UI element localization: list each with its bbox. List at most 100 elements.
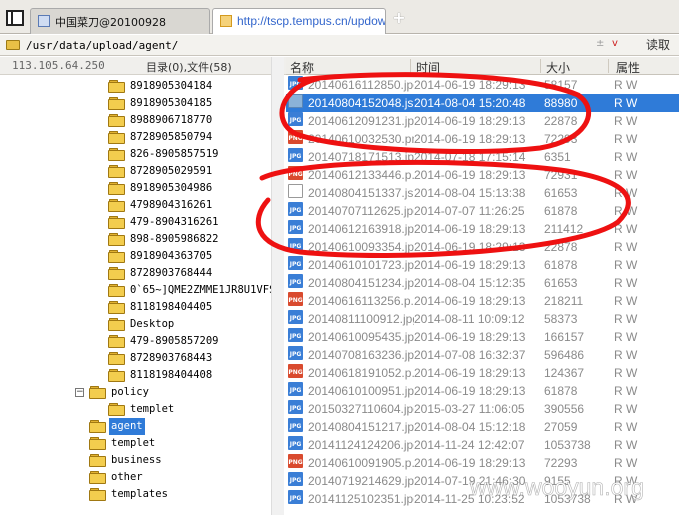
tree-folder[interactable]: business	[89, 452, 164, 469]
file-row[interactable]: 20140804151337.jsp 2014-08-04 15:13:38 616…	[286, 184, 679, 202]
window-icon[interactable]	[6, 10, 24, 26]
jpg-file-icon: JPG	[288, 418, 303, 432]
tree-folder[interactable]: 898-8905986822	[108, 231, 221, 248]
tree-folder[interactable]: 8918905304185	[108, 95, 214, 112]
folder-icon	[108, 147, 125, 161]
tree-scrollbar[interactable]	[271, 57, 284, 515]
file-time: 2014-07-19 21:46:30	[414, 474, 526, 488]
tree-folder[interactable]: 8118198404405	[108, 299, 214, 316]
tree-folder[interactable]: 826-8905857519	[108, 146, 221, 163]
tree-folder[interactable]: 8918905304184	[108, 78, 214, 95]
folder-label: templet	[130, 403, 175, 415]
file-row[interactable]: JPG 20140610093354.jpg 2014-06-19 18:29:13…	[286, 238, 679, 256]
file-row[interactable]: PNG 20140616113256.p... 2014-06-19 18:29:1…	[286, 292, 679, 310]
tree-folder[interactable]: 8728905850794	[108, 129, 214, 146]
file-row[interactable]: JPG 20140804151217.jpg 2014-08-04 15:12:18…	[286, 418, 679, 436]
file-name: 20140610091905.p...	[308, 456, 414, 470]
jpg-file-icon: JPG	[288, 76, 303, 90]
col-size-header[interactable]: 大小	[546, 59, 570, 76]
file-row[interactable]: JPG 20140612091231.jpg 2014-06-19 18:29:13…	[286, 112, 679, 130]
file-row[interactable]: JPG 20140610095435.jpg 2014-06-19 18:29:13…	[286, 328, 679, 346]
tree-folder[interactable]: 8918905304986	[108, 180, 214, 197]
file-row[interactable]: JPG 20140708163236.jpg 2014-07-08 16:32:37…	[286, 346, 679, 364]
file-time: 2014-07-07 11:26:25	[414, 204, 525, 218]
file-attr: R W	[614, 294, 638, 308]
tree-folder[interactable]: 479-8904316261	[108, 214, 221, 231]
tree-folder[interactable]: 0`65~]QME2ZMME1JR8U1VFS	[108, 282, 271, 299]
file-attr: R W	[614, 168, 638, 182]
file-row[interactable]: PNG 20140618191052.p... 2014-06-19 18:29:1…	[286, 364, 679, 382]
folder-label: 826-8905857519	[130, 148, 219, 160]
file-list[interactable]: JPG 20140616112850.jpg 2014-06-19 18:29:13…	[286, 76, 679, 515]
folder-icon	[108, 317, 125, 331]
chevron-down-icon: v	[612, 38, 618, 49]
tree-folder[interactable]: Desktop	[108, 316, 176, 333]
file-row[interactable]: JPG 20140610101723.jpg 2014-06-19 18:29:13…	[286, 256, 679, 274]
file-time: 2014-06-19 18:29:13	[414, 366, 526, 380]
file-row[interactable]: JPG 20140811100912.jpg 2014-08-11 10:09:12…	[286, 310, 679, 328]
png-file-icon: PNG	[288, 130, 303, 144]
png-file-icon: PNG	[288, 454, 303, 468]
tree-folder[interactable]: 8118198404408	[108, 367, 214, 384]
col-name-header[interactable]: 名称	[290, 59, 314, 76]
tree-folder[interactable]: 8728905029591	[108, 163, 214, 180]
tree-folder[interactable]: 8988906718770	[108, 112, 214, 129]
col-attr-header[interactable]: 属性	[616, 59, 640, 76]
tree-folder[interactable]: 8918904363705	[108, 248, 214, 265]
file-row[interactable]: PNG 20140612133446.p... 2014-06-19 18:29:1…	[286, 166, 679, 184]
file-row[interactable]: JPG 20140804151234.jpg 2014-08-04 15:12:35…	[286, 274, 679, 292]
directory-tree[interactable]: 8918905304184 8918905304185 8988906718770 8…	[0, 76, 271, 515]
folder-icon	[108, 249, 125, 263]
tree-folder[interactable]: 8728903768444	[108, 265, 214, 282]
file-size: 1053738	[544, 438, 591, 452]
tree-folder[interactable]: templet	[108, 401, 176, 418]
file-attr: R W	[614, 240, 638, 254]
png-file-icon: PNG	[288, 166, 303, 180]
tree-folder[interactable]: 479-8905857209	[108, 333, 221, 350]
tree-folder-policy[interactable]: policy	[89, 384, 151, 401]
tree-folder-agent[interactable]: agent	[89, 418, 145, 435]
folder-label: policy	[111, 386, 149, 398]
file-row[interactable]: JPG 20150327110604.jpg 2015-03-27 11:06:05…	[286, 400, 679, 418]
file-row[interactable]: PNG 20140610091905.p... 2014-06-19 18:29:1…	[286, 454, 679, 472]
tree-folder[interactable]: templates	[89, 486, 170, 503]
folder-label: 8728905029591	[130, 165, 213, 177]
tab-caidao[interactable]: 中国菜刀@20100928	[30, 8, 210, 34]
folder-icon	[108, 266, 125, 280]
file-row[interactable]: PNG 20140610032530.png 2014-06-19 18:29:13…	[286, 130, 679, 148]
tree-folder[interactable]: templet	[89, 435, 157, 452]
file-size: 1053738	[544, 492, 591, 506]
tree-folder[interactable]: other	[89, 469, 145, 486]
tab-url[interactable]: http://tscp.tempus.cn/updow...	[212, 8, 386, 34]
folder-label: templates	[111, 488, 168, 500]
file-name: 20140811100912.jpg	[308, 312, 414, 326]
folder-label: 8918904363705	[130, 250, 213, 262]
file-attr: R W	[614, 258, 638, 272]
tree-folder[interactable]: 8728903768443	[108, 350, 214, 367]
file-row[interactable]: JPG 20140612163918.jpg 2014-06-19 18:29:13…	[286, 220, 679, 238]
path-dropdown[interactable]: ± v	[596, 38, 626, 53]
file-row[interactable]: JPG 20140616112850.jpg 2014-06-19 18:29:13…	[286, 76, 679, 94]
file-name: 20140610032530.png	[308, 132, 414, 146]
tree-folder[interactable]: 4798904316261	[108, 197, 214, 214]
path-input[interactable]: /usr/data/upload/agent/	[26, 38, 606, 53]
file-size: 61653	[544, 186, 578, 200]
file-attr: R W	[614, 474, 638, 488]
file-row[interactable]: 20140804152048.jsp 2014-08-04 15:20:48 889…	[286, 94, 679, 112]
file-row[interactable]: JPG 20140719214629.jpg 2014-07-19 21:46:30…	[286, 472, 679, 490]
col-time-header[interactable]: 时间	[416, 59, 440, 76]
file-size: 27059	[544, 420, 578, 434]
read-button[interactable]: 读取	[640, 37, 676, 54]
file-row[interactable]: JPG 20140718171513.jpg 2014-07-18 17:15:14…	[286, 148, 679, 166]
file-name: 20140708163236.jpg	[308, 348, 414, 362]
file-row[interactable]: JPG 20140610100951.jpg 2014-06-19 18:29:13…	[286, 382, 679, 400]
file-row[interactable]: JPG 20141124124206.jpg 2014-11-24 12:42:07…	[286, 436, 679, 454]
file-row[interactable]: JPG 20141125102351.jpg 2014-11-25 10:23:52…	[286, 490, 679, 508]
jpg-file-icon: JPG	[288, 382, 303, 396]
folder-icon	[108, 215, 125, 229]
new-tab-button[interactable]: +	[391, 10, 407, 28]
file-row[interactable]: JPG 20140707112625.jpg 2014-07-07 11:26:25…	[286, 202, 679, 220]
jpg-file-icon: JPG	[288, 346, 303, 360]
folder-label: 8728903768443	[130, 352, 213, 364]
collapse-toggle[interactable]: −	[75, 388, 84, 397]
